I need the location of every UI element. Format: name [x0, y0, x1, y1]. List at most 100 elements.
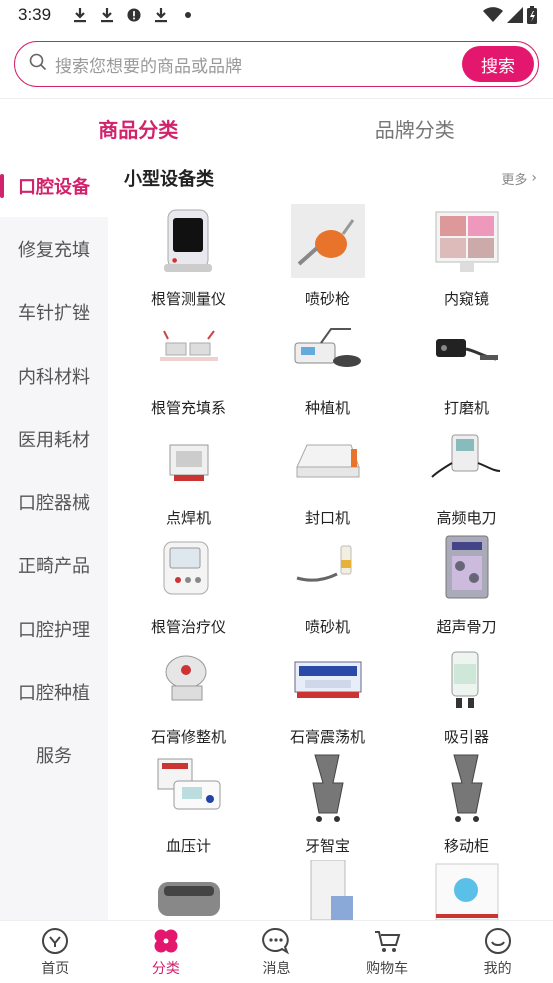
implant-motor-image — [291, 313, 365, 387]
nav-cart[interactable]: 购物车 — [332, 921, 443, 983]
product-item[interactable]: 喷砂机 — [258, 530, 397, 639]
product-item[interactable]: 血压计 — [119, 749, 258, 858]
product-label: 根管测量仪 — [150, 290, 226, 308]
product-item[interactable]: 吸引器 — [397, 640, 536, 749]
product-item[interactable]: 点焊机 — [119, 421, 258, 530]
sidebar-item-orthodontics[interactable]: 正畸产品 — [0, 534, 108, 597]
search-button[interactable]: 搜索 — [462, 46, 534, 82]
category-sidebar: 口腔设备 修复充填 车针扩锉 内科材料 医用耗材 口腔器械 正畸产品 口腔护理 … — [0, 154, 108, 920]
more-link[interactable]: 更多 › — [501, 169, 537, 188]
sandblast-gun-image — [290, 204, 365, 278]
wifi-icon — [483, 7, 503, 27]
product-item[interactable]: 打磨机 — [397, 311, 536, 420]
sidebar-item-oral-care[interactable]: 口腔护理 — [0, 597, 108, 660]
product-item[interactable]: ● 根管测量仪 — [119, 202, 258, 311]
download-icon — [100, 7, 114, 23]
nav-category[interactable]: 分类 — [111, 921, 222, 983]
product-label: 超声骨刀 — [436, 618, 497, 637]
product-grid: ● 根管测量仪 喷砂枪 内窥镜 根管充填系 种植机 打磨机 点焊机 封口机 高频… — [108, 202, 553, 920]
section-title: 小型设备类 — [124, 169, 214, 190]
sidebar-item-implants[interactable]: 口腔种植 — [0, 660, 108, 723]
product-item[interactable]: 高频电刀 — [397, 421, 536, 530]
product-label: 封口机 — [304, 508, 350, 527]
product-item[interactable]: 超声骨刀 — [397, 530, 536, 639]
product-label: 喷砂枪 — [304, 290, 350, 308]
electrosurgery-image — [430, 423, 504, 497]
apex-locator-image: ● — [152, 204, 226, 278]
sidebar-item-endo-materials[interactable]: 内科材料 — [0, 344, 108, 407]
more-label: 更多 — [501, 172, 528, 188]
product-item[interactable] — [119, 858, 258, 920]
cart-icon — [373, 927, 401, 955]
sidebar-item-burs-files[interactable]: 车针扩锉 — [0, 281, 108, 344]
obturation-system-image — [152, 313, 226, 387]
status-bar: 3:39 — [0, 0, 553, 30]
download-icon — [73, 7, 87, 23]
product-item[interactable]: 根管充填系 — [119, 311, 258, 420]
product-item[interactable]: 石膏修整机 — [119, 640, 258, 749]
product-label: 种植机 — [304, 399, 350, 418]
profile-icon — [484, 927, 512, 955]
spot-welder-image — [152, 423, 226, 497]
product-item[interactable]: 牙智宝 — [258, 749, 397, 858]
product-item[interactable]: 封口机 — [258, 421, 397, 530]
product-label: 血压计 — [165, 836, 211, 855]
bottom-nav: 首页 分类 消息 购物车 我的 — [0, 920, 553, 983]
plaster-vibrator-image — [291, 642, 365, 716]
chevron-right-icon: › — [531, 170, 537, 186]
tab-brand-category[interactable]: 品牌分类 — [277, 100, 553, 156]
status-time: 3:39 — [18, 5, 52, 24]
status-right — [483, 6, 537, 28]
sidebar-item-services[interactable]: 服务 — [0, 724, 108, 787]
product-label: 移动柜 — [443, 836, 489, 855]
product-item[interactable]: 内窥镜 — [397, 202, 536, 311]
sidebar-item-restoration[interactable]: 修复充填 — [0, 217, 108, 280]
nav-label: 我的 — [483, 960, 512, 977]
sidebar-item-dental-instruments[interactable]: 口腔器械 — [0, 470, 108, 533]
product-item[interactable] — [397, 858, 536, 920]
tab-product-category[interactable]: 商品分类 — [0, 100, 277, 156]
product-label: 石膏修整机 — [150, 727, 226, 746]
product-label: 牙智宝 — [304, 836, 350, 855]
product-item[interactable]: 根管治疗仪 — [119, 530, 258, 639]
alert-icon — [127, 7, 141, 23]
category-icon — [152, 927, 180, 955]
battery-icon — [527, 6, 537, 28]
polishing-machine-image — [430, 313, 504, 387]
plaster-trimmer-image — [152, 642, 226, 716]
nav-label: 消息 — [262, 960, 291, 977]
nav-messages[interactable]: 消息 — [221, 921, 332, 983]
nav-label: 分类 — [151, 960, 180, 977]
product-item[interactable]: 喷砂枪 — [258, 202, 397, 311]
nav-label: 购物车 — [366, 960, 409, 977]
product-item[interactable]: 移动柜 — [397, 749, 536, 858]
sidebar-item-dental-equipment[interactable]: 口腔设备 — [0, 154, 108, 218]
sidebar-item-medical-consumables[interactable]: 医用耗材 — [0, 407, 108, 470]
product-label: 根管治疗仪 — [150, 618, 226, 637]
product-image — [152, 860, 226, 920]
nav-profile[interactable]: 我的 — [442, 921, 553, 983]
product-label: 打磨机 — [443, 399, 489, 418]
endo-motor-image — [152, 532, 226, 606]
search-bar[interactable]: 搜索您想要的商品或品牌 搜索 — [14, 41, 539, 87]
product-label: 点焊机 — [165, 508, 211, 527]
dental-cart-image — [291, 751, 365, 825]
mobile-cabinet-image — [430, 751, 504, 825]
product-item[interactable]: 种植机 — [258, 311, 397, 420]
product-image — [430, 860, 504, 920]
search-icon — [29, 53, 47, 75]
nav-home[interactable]: 首页 — [0, 921, 111, 983]
endoscope-image — [430, 204, 504, 278]
product-item[interactable] — [258, 858, 397, 920]
product-image — [291, 860, 365, 920]
category-tabs: 商品分类 品牌分类 — [0, 100, 553, 156]
signal-icon — [507, 7, 523, 27]
sealing-machine-image — [291, 423, 365, 497]
home-icon — [41, 927, 69, 955]
section-header: 小型设备类 更多 › — [108, 154, 553, 202]
product-label: 吸引器 — [443, 727, 489, 746]
product-label: 高频电刀 — [436, 508, 497, 527]
product-label: 石膏震荡机 — [289, 727, 365, 746]
product-item[interactable]: 石膏震荡机 — [258, 640, 397, 749]
ultrasonic-bone-image — [430, 532, 504, 606]
